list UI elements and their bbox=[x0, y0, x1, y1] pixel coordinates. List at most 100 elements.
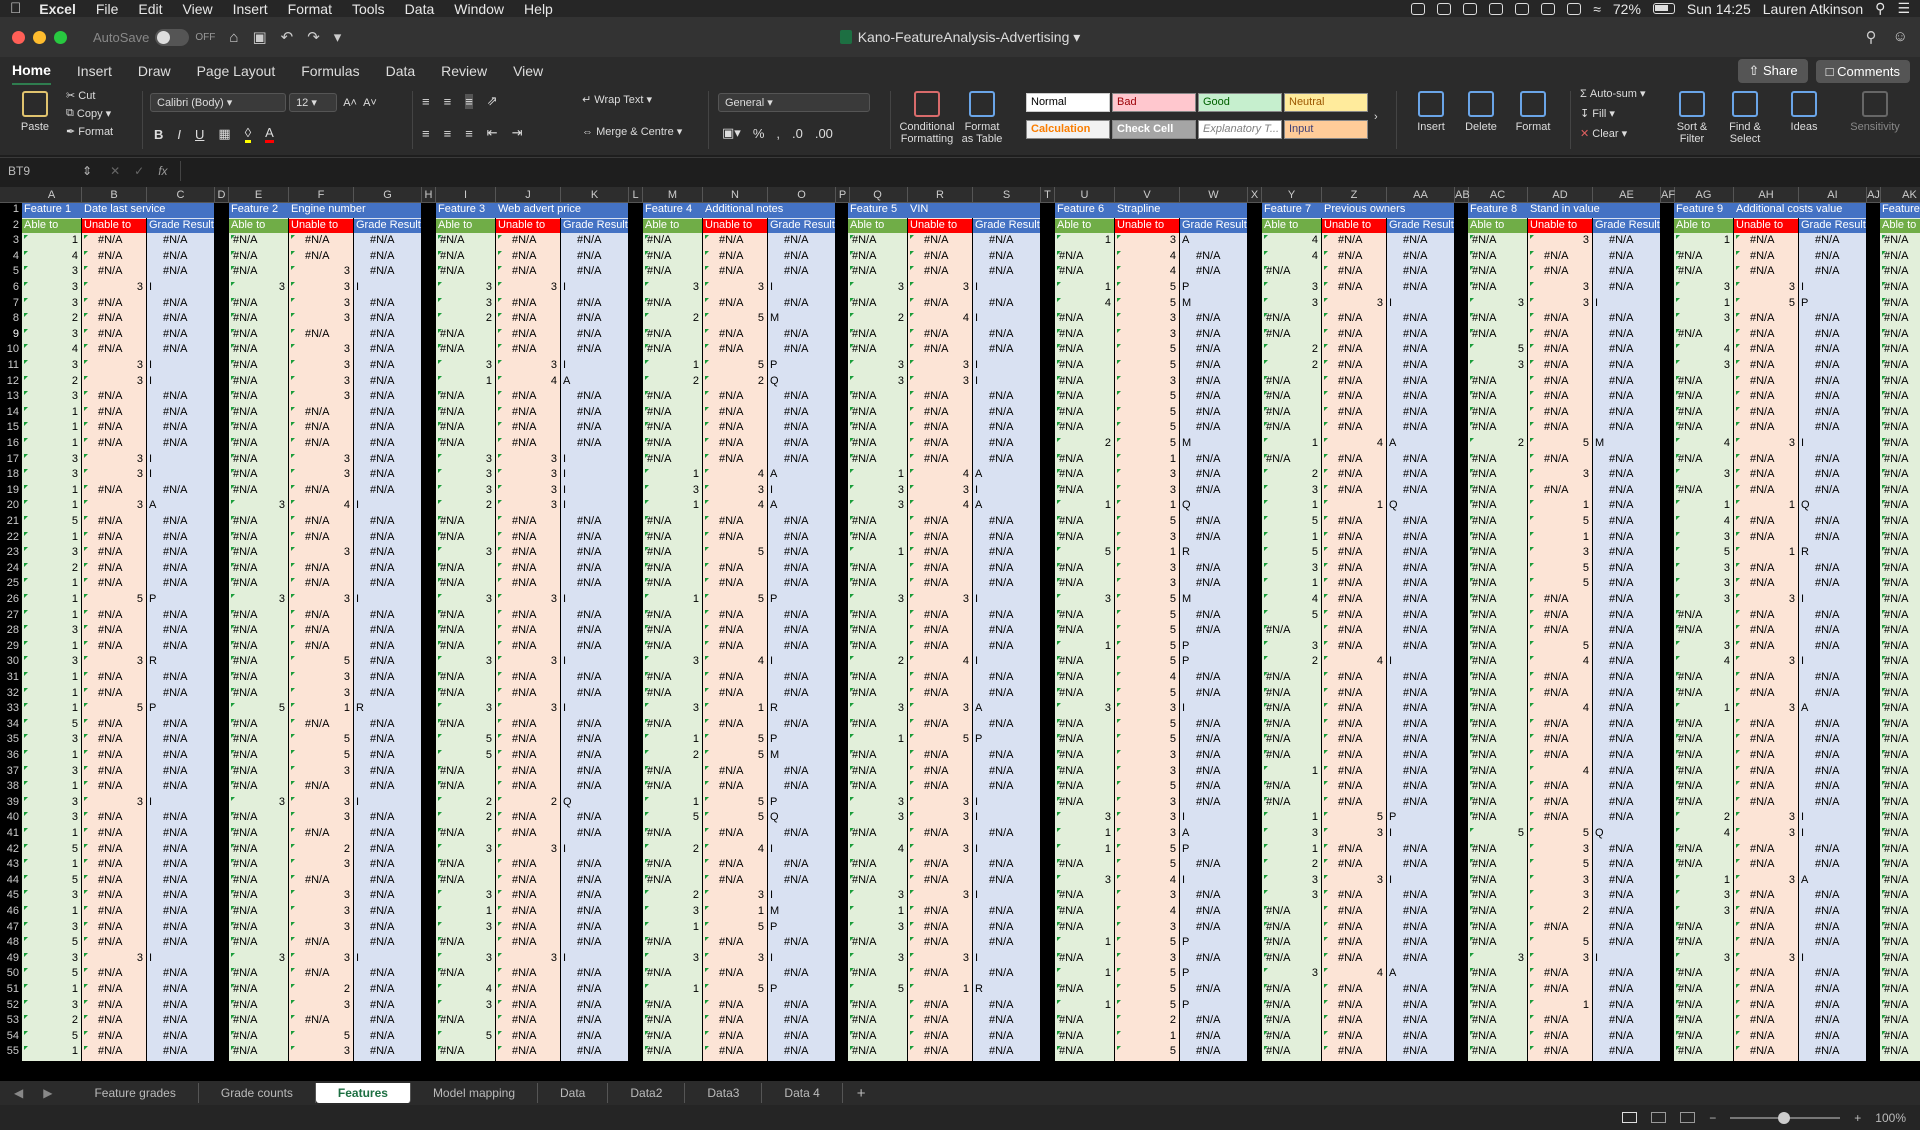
table-cell[interactable]: #N/A bbox=[147, 297, 211, 312]
table-cell[interactable]: #N/A bbox=[1322, 1045, 1383, 1060]
table-cell[interactable]: 3 bbox=[1734, 952, 1795, 967]
table-cell[interactable]: #N/A bbox=[496, 811, 557, 826]
table-cell[interactable]: 3 bbox=[82, 499, 143, 514]
table-cell[interactable]: #N/A bbox=[1799, 359, 1863, 374]
table-cell[interactable]: #N/A bbox=[1387, 577, 1451, 592]
table-cell[interactable]: #N/A bbox=[1180, 312, 1244, 327]
table-cell[interactable]: 1 bbox=[22, 406, 78, 421]
menu-file[interactable]: File bbox=[96, 1, 119, 17]
table-cell[interactable]: 3 bbox=[436, 484, 492, 499]
table-cell[interactable]: #N/A bbox=[354, 733, 418, 748]
table-cell[interactable]: #N/A bbox=[643, 250, 699, 265]
table-cell[interactable]: 3 bbox=[1322, 874, 1383, 889]
row-header[interactable]: 27 bbox=[0, 609, 22, 621]
table-cell[interactable]: 1 bbox=[848, 546, 904, 561]
wifi-icon[interactable]: ≈ bbox=[1593, 1, 1601, 17]
table-cell[interactable]: 4 bbox=[1115, 671, 1176, 686]
table-cell[interactable]: #N/A bbox=[1528, 749, 1589, 764]
table-cell[interactable]: #N/A bbox=[1593, 858, 1657, 873]
table-cell[interactable]: #N/A bbox=[908, 1045, 969, 1060]
row-header[interactable]: 11 bbox=[0, 359, 22, 371]
table-cell[interactable]: 3 bbox=[1468, 297, 1524, 312]
table-cell[interactable]: #N/A bbox=[289, 406, 350, 421]
table-cell[interactable]: #N/A bbox=[354, 749, 418, 764]
table-cell[interactable]: #N/A bbox=[496, 546, 557, 561]
table-cell[interactable]: #N/A bbox=[229, 843, 285, 858]
table-cell[interactable]: #N/A bbox=[908, 624, 969, 639]
sheet-prev-icon[interactable]: ◀ bbox=[14, 1086, 23, 1100]
table-cell[interactable]: #N/A bbox=[1799, 468, 1863, 483]
table-cell[interactable]: 5 bbox=[1322, 811, 1383, 826]
table-cell[interactable]: #N/A bbox=[1880, 780, 1920, 795]
table-cell[interactable]: 1 bbox=[1055, 499, 1111, 514]
table-cell[interactable]: #N/A bbox=[82, 343, 143, 358]
delete-cells-button[interactable]: Delete bbox=[1458, 91, 1504, 133]
table-cell[interactable]: #N/A bbox=[1322, 843, 1383, 858]
table-cell[interactable]: #N/A bbox=[1528, 312, 1589, 327]
row-header[interactable]: 52 bbox=[0, 999, 22, 1011]
table-cell[interactable]: #N/A bbox=[1593, 546, 1657, 561]
table-cell[interactable]: 1 bbox=[1115, 546, 1176, 561]
table-cell[interactable]: 2 bbox=[1262, 655, 1318, 670]
table-cell[interactable]: #N/A bbox=[1055, 624, 1111, 639]
table-cell[interactable]: 5 bbox=[1115, 999, 1176, 1014]
table-cell[interactable]: #N/A bbox=[908, 609, 969, 624]
table-cell[interactable]: #N/A bbox=[1322, 1030, 1383, 1045]
table-cell[interactable]: 3 bbox=[436, 468, 492, 483]
table-cell[interactable]: #N/A bbox=[973, 780, 1037, 795]
table-cell[interactable]: #N/A bbox=[229, 297, 285, 312]
table-cell[interactable]: 1 bbox=[289, 702, 350, 717]
indent-increase-icon[interactable]: ⇥ bbox=[512, 125, 523, 141]
table-cell[interactable]: 3 bbox=[289, 297, 350, 312]
table-cell[interactable]: #N/A bbox=[1674, 265, 1730, 280]
table-cell[interactable]: 5 bbox=[1674, 546, 1730, 561]
table-cell[interactable]: #N/A bbox=[1593, 453, 1657, 468]
table-cell[interactable]: #N/A bbox=[354, 624, 418, 639]
style-explanatory[interactable]: Explanatory T... bbox=[1198, 120, 1282, 139]
table-cell[interactable]: 1 bbox=[1055, 936, 1111, 951]
table-cell[interactable]: I bbox=[768, 843, 832, 858]
table-cell[interactable]: 5 bbox=[1115, 281, 1176, 296]
table-cell[interactable]: 1 bbox=[908, 983, 969, 998]
table-cell[interactable]: #N/A bbox=[973, 562, 1037, 577]
table-cell[interactable]: 1 bbox=[1262, 843, 1318, 858]
table-cell[interactable]: #N/A bbox=[1262, 1045, 1318, 1060]
table-cell[interactable]: #N/A bbox=[1262, 983, 1318, 998]
table-cell[interactable]: #N/A bbox=[1593, 390, 1657, 405]
table-cell[interactable]: #N/A bbox=[1387, 546, 1451, 561]
clear-button[interactable]: ✕ Clear ▾ bbox=[1580, 127, 1627, 141]
table-cell[interactable]: #N/A bbox=[1468, 655, 1524, 670]
table-cell[interactable]: #N/A bbox=[1880, 967, 1920, 982]
menu-view[interactable]: View bbox=[183, 1, 213, 17]
row-header[interactable]: 44 bbox=[0, 874, 22, 886]
row-header[interactable]: 15 bbox=[0, 421, 22, 433]
customize-toolbar-icon[interactable]: ▾ bbox=[334, 28, 342, 46]
table-cell[interactable]: #N/A bbox=[147, 437, 211, 452]
table-cell[interactable]: #N/A bbox=[1180, 624, 1244, 639]
table-cell[interactable]: #N/A bbox=[496, 889, 557, 904]
format-as-table-button[interactable]: Format as Table bbox=[960, 91, 1004, 145]
table-cell[interactable]: #N/A bbox=[1528, 1030, 1589, 1045]
table-cell[interactable]: #N/A bbox=[1528, 453, 1589, 468]
row-header[interactable]: 32 bbox=[0, 687, 22, 699]
table-cell[interactable]: #N/A bbox=[1387, 936, 1451, 951]
increase-decimal-icon[interactable]: .0 bbox=[792, 126, 803, 141]
table-cell[interactable]: 1 bbox=[1262, 577, 1318, 592]
table-cell[interactable]: 3 bbox=[1115, 577, 1176, 592]
table-cell[interactable]: 3 bbox=[908, 889, 969, 904]
table-cell[interactable]: #N/A bbox=[561, 999, 625, 1014]
table-cell[interactable]: 3 bbox=[289, 811, 350, 826]
table-cell[interactable]: I bbox=[354, 281, 418, 296]
table-cell[interactable]: #N/A bbox=[1322, 343, 1383, 358]
table-cell[interactable]: I bbox=[561, 655, 625, 670]
table-cell[interactable]: Q bbox=[768, 375, 832, 390]
table-cell[interactable]: #N/A bbox=[1180, 515, 1244, 530]
table-cell[interactable]: #N/A bbox=[1055, 250, 1111, 265]
table-cell[interactable]: 1 bbox=[643, 499, 699, 514]
menu-format[interactable]: Format bbox=[288, 1, 332, 17]
table-cell[interactable]: #N/A bbox=[1880, 733, 1920, 748]
table-cell[interactable]: #N/A bbox=[1180, 687, 1244, 702]
sheet-tab-model-mapping[interactable]: Model mapping bbox=[411, 1083, 538, 1103]
table-cell[interactable]: #N/A bbox=[1468, 250, 1524, 265]
table-cell[interactable]: #N/A bbox=[908, 827, 969, 842]
